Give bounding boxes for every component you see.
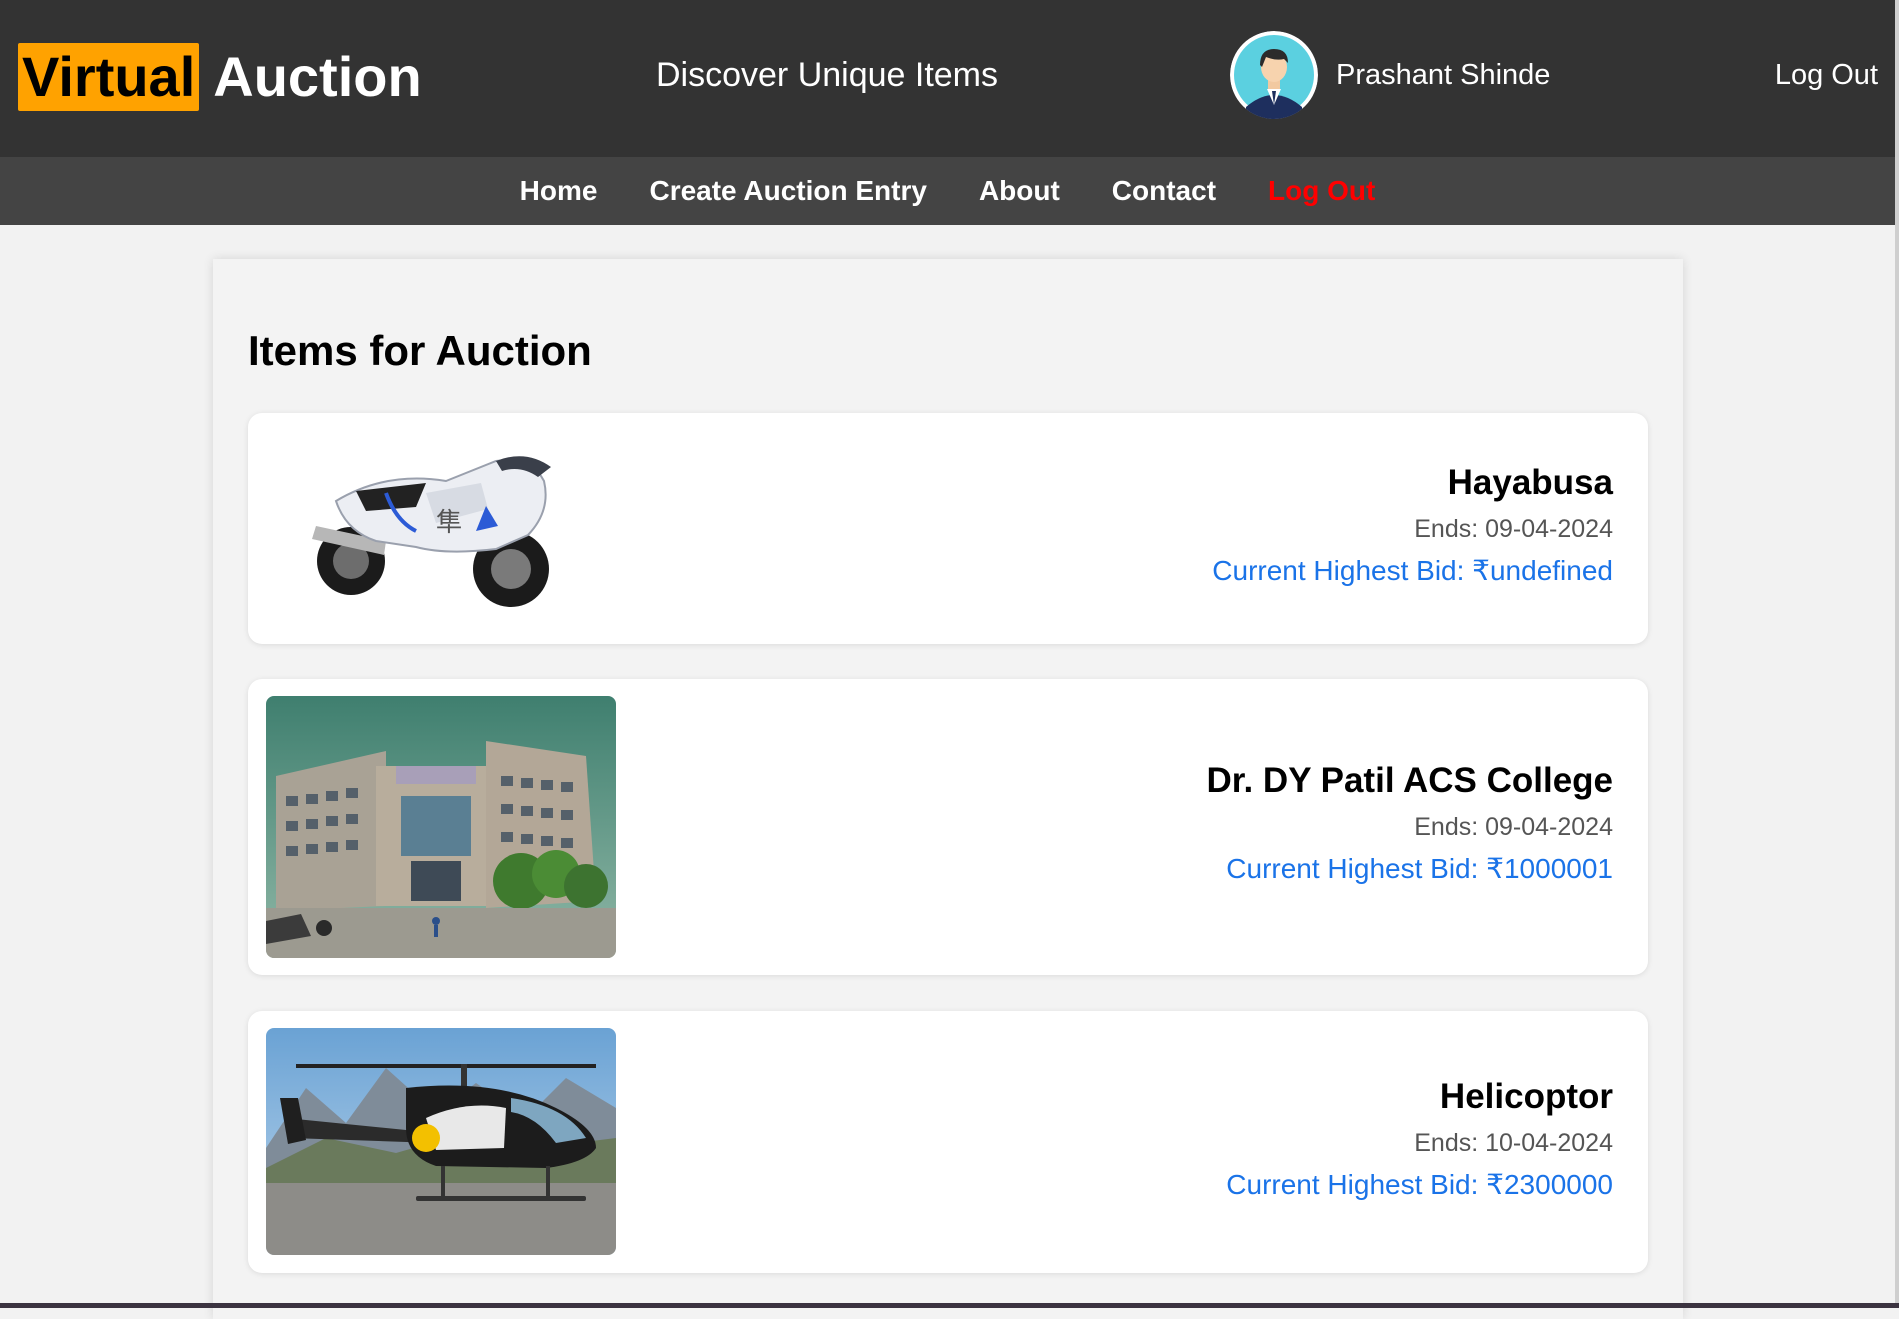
user-avatar-icon[interactable] — [1230, 31, 1318, 119]
item-name[interactable]: Dr. DY Patil ACS College — [1207, 761, 1614, 801]
item-name[interactable]: Helicoptor — [1226, 1077, 1613, 1117]
item-name[interactable]: Hayabusa — [1212, 463, 1613, 503]
header-logout-link[interactable]: Log Out — [1775, 59, 1878, 92]
item-highest-bid: Current Highest Bid: ₹2300000 — [1226, 1169, 1613, 1200]
header-tagline: Discover Unique Items — [656, 56, 999, 94]
page-title: Items for Auction — [248, 327, 592, 374]
item-end-date: Ends: 10-04-2024 — [1414, 1129, 1613, 1157]
site-logo[interactable]: Virtual Auction — [18, 41, 422, 112]
user-name: Prashant Shinde — [1336, 59, 1551, 91]
item-highest-bid: Current Highest Bid: ₹1000001 — [1226, 853, 1613, 884]
main-nav: Home Create Auction Entry About Contact … — [0, 157, 1895, 225]
logo-text: Auction — [213, 44, 422, 108]
item-info: Dr. DY Patil ACS College Ends: 09-04-202… — [1207, 761, 1614, 885]
auction-item-card[interactable]: Dr. DY Patil ACS College Ends: 09-04-202… — [248, 679, 1648, 975]
item-end-date: Ends: 09-04-2024 — [1414, 515, 1613, 543]
nav-contact[interactable]: Contact — [1112, 175, 1216, 207]
logo-highlight-text: Virtual — [18, 42, 200, 111]
nav-create-auction-entry[interactable]: Create Auction Entry — [649, 175, 926, 207]
motorcycle-image[interactable]: 隼 — [266, 431, 616, 627]
item-end-date: Ends: 09-04-2024 — [1414, 813, 1613, 841]
nav-about[interactable]: About — [979, 175, 1060, 207]
auction-item-card[interactable]: Helicoptor Ends: 10-04-2024 Current High… — [248, 1011, 1648, 1273]
nav-home[interactable]: Home — [520, 175, 598, 207]
helicopter-image[interactable] — [266, 1028, 616, 1255]
item-info: Helicoptor Ends: 10-04-2024 Current High… — [1226, 1077, 1613, 1201]
item-info: Hayabusa Ends: 09-04-2024 Current Highes… — [1212, 463, 1613, 587]
window-scrollbar-edge[interactable] — [1895, 0, 1899, 1308]
top-header: Virtual Auction Discover Unique Items Pr… — [0, 0, 1895, 157]
college-building-image[interactable] — [266, 696, 616, 958]
bottom-window-edge — [0, 1303, 1899, 1308]
item-highest-bid: Current Highest Bid: ₹undefined — [1212, 555, 1613, 586]
svg-text:隼: 隼 — [436, 508, 462, 538]
nav-logout[interactable]: Log Out — [1268, 175, 1375, 207]
auction-item-card[interactable]: 隼 Hayabusa Ends: 09-04-2024 Current High… — [248, 413, 1648, 644]
auction-items-panel: Items for Auction 隼 Hayabusa Ends: 09-04… — [213, 259, 1683, 1319]
